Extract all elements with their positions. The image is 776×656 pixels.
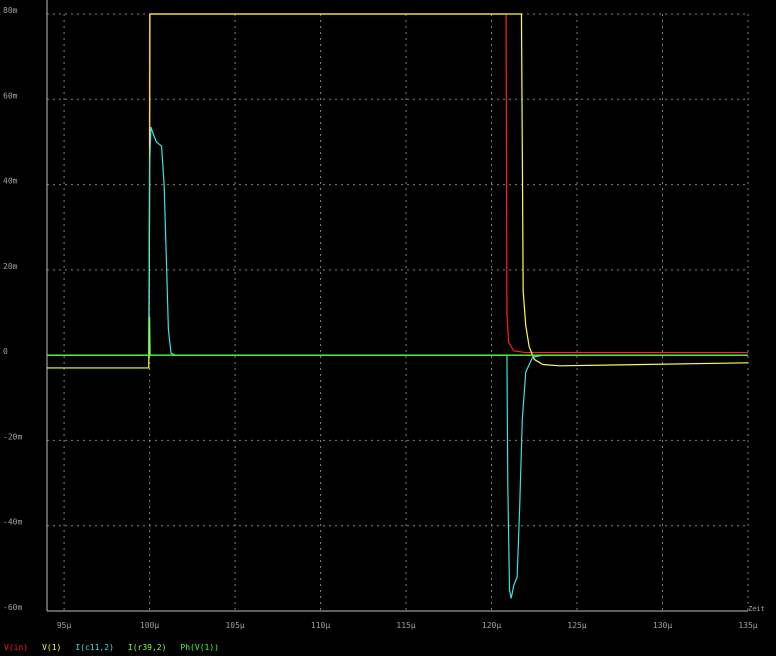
legend-item: I(c11,2) [75, 643, 114, 652]
legend-item: V(in) [4, 643, 29, 652]
grid [46, 0, 749, 612]
x-tick-label: 100µ [140, 621, 159, 630]
y-tick-label: 60m [3, 91, 18, 100]
x-tick-label: 125µ [567, 621, 586, 630]
x-tick-label: 120µ [482, 621, 501, 630]
legend-item: V(1) [42, 643, 62, 652]
series-line-2 [47, 126, 748, 599]
x-tick-label: 135µ [738, 621, 757, 630]
y-tick-label: -20m [3, 432, 22, 441]
series-lines [47, 13, 749, 599]
x-tick-label: 130µ [653, 621, 672, 630]
y-tick-label: -40m [3, 518, 22, 527]
y-tick-label: 0 [3, 347, 8, 356]
plot-area: 80m 60m 40m 20m 0 -20m -40m -60m 95µ 100µ 105µ 110… [3, 0, 765, 630]
y-tick-label: -60m [3, 603, 22, 612]
x-tick-label: 105µ [225, 621, 244, 630]
y-tick-label: 40m [3, 177, 18, 186]
y-tick-label: 80m [3, 6, 18, 15]
series-line-1 [47, 13, 749, 369]
series-line-3 [47, 316, 748, 356]
x-tick-label: 95µ [57, 621, 72, 630]
legend-item: Ph(V(1)) [180, 643, 219, 652]
legend-item: I(r39,2) [127, 643, 167, 652]
y-tick-label: 20m [3, 262, 18, 271]
x-axis-label: Zeit [748, 605, 765, 613]
x-tick-label: 115µ [396, 621, 415, 630]
x-tick-label: 110µ [311, 621, 330, 630]
x-axis-ticks: 95µ 100µ 105µ 110µ 115µ 120µ 125µ 130µ 135µ [57, 621, 758, 630]
y-axis-ticks: 80m 60m 40m 20m 0 -20m -40m -60m [3, 6, 22, 612]
legend: V(in) V(1) I(c11,2) I(r39,2) Ph(V(1)) [4, 643, 219, 655]
